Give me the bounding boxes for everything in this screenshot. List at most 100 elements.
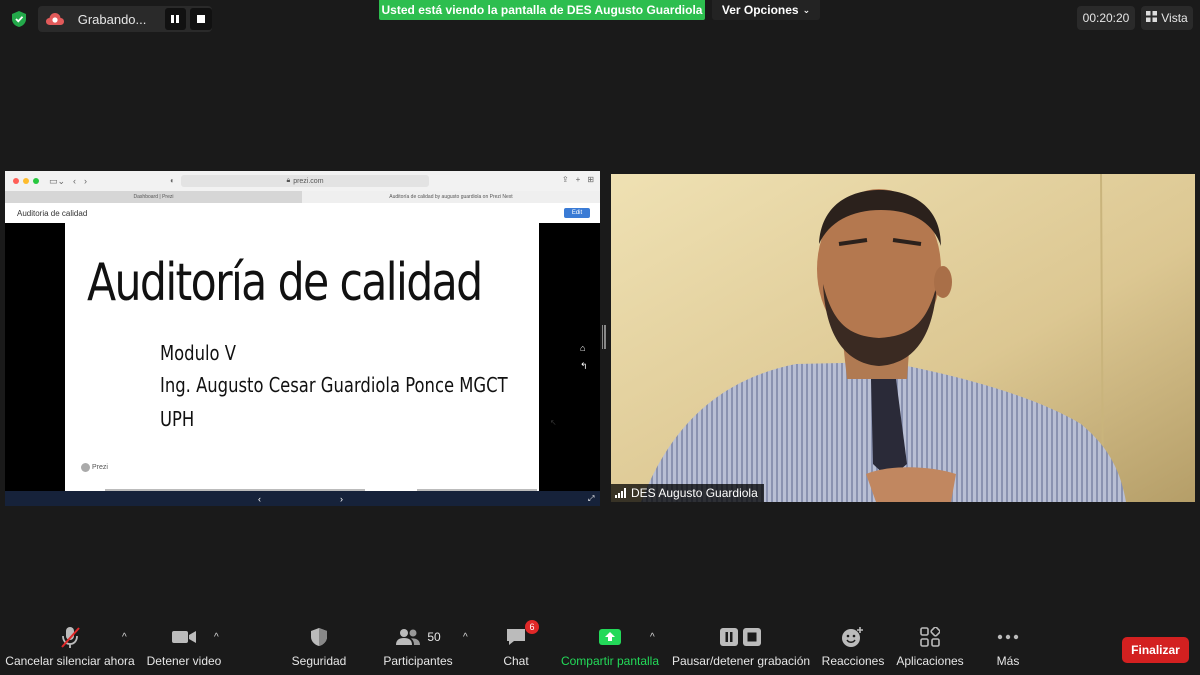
share-screen-button[interactable]: Compartir pantalla [558, 622, 662, 668]
chat-icon: 6 [505, 620, 539, 652]
video-options-caret-icon[interactable]: ^ [214, 632, 219, 643]
participant-name: DES Augusto Guardiola [631, 486, 758, 500]
mouse-cursor-icon: ↖ [550, 418, 557, 427]
pause-stop-recording-button[interactable]: Pausar/detener grabación [672, 622, 810, 668]
share-icon: ⇪ [561, 175, 569, 184]
next-slide-icon: › [340, 493, 343, 504]
toolbar-label: Detener video [146, 654, 222, 668]
close-dot-icon [13, 178, 19, 184]
browser-url-bar: 🔒︎ prezi.com [181, 175, 429, 187]
forward-icon: › [84, 175, 88, 186]
prev-slide-icon: ‹ [258, 493, 261, 504]
meeting-timer: 00:20:20 [1077, 6, 1135, 30]
recording-label: Grabando... [77, 11, 147, 27]
security-shield-icon[interactable] [8, 8, 30, 30]
participants-button[interactable]: 50 Participantes [380, 622, 456, 668]
toolbar-label: Aplicaciones [896, 654, 964, 668]
minimize-dot-icon [23, 178, 29, 184]
view-options-button[interactable]: Ver Opciones ⌄ [712, 0, 820, 20]
slide-line: Modulo V [160, 341, 237, 365]
slide: Auditoría de calidad Modulo V Ing. Augus… [65, 223, 539, 491]
browser-tab: Auditoría de calidad by augusto guardiol… [302, 191, 600, 203]
screen-share-banner: Usted está viendo la pantalla de DES Aug… [379, 0, 705, 20]
lock-icon: 🔒︎ [286, 177, 291, 184]
toolbar-label: Compartir pantalla [560, 654, 660, 668]
prezi-edit-button: Edit [564, 208, 590, 218]
split-view-handle[interactable] [602, 325, 607, 349]
privacy-shield-icon: ◐ [170, 176, 175, 185]
toolbar-label: Más [996, 654, 1020, 668]
participant-video [611, 174, 1195, 502]
view-button[interactable]: Vista [1141, 6, 1193, 30]
maximize-dot-icon [33, 178, 39, 184]
more-icon [997, 622, 1019, 652]
prezi-logo-icon [81, 463, 90, 472]
video-camera-icon [171, 622, 197, 652]
recording-indicator: Grabando... [38, 6, 212, 32]
new-tab-icon: + [575, 175, 581, 184]
share-screen-icon [598, 622, 622, 652]
mic-muted-icon [59, 622, 81, 652]
grid-view-icon [1146, 11, 1158, 25]
more-button[interactable]: Más [992, 622, 1024, 668]
pause-recording-button[interactable] [164, 8, 187, 30]
window-controls [13, 178, 39, 184]
participants-caret-icon[interactable]: ^ [463, 632, 468, 643]
sidebar-icon: ▭⌄ [49, 175, 66, 186]
stop-recording-button[interactable] [190, 8, 212, 30]
toolbar-label: Seguridad [291, 654, 347, 668]
zoom-meeting-window: Grabando... Usted está viendo la pantall… [0, 0, 1200, 675]
security-button[interactable]: Seguridad [288, 622, 350, 668]
chat-unread-badge: 6 [525, 620, 539, 634]
slide-line: UPH [160, 407, 195, 431]
apps-icon [920, 622, 940, 652]
browser-url: prezi.com [293, 177, 324, 185]
participants-icon: 50 [395, 622, 441, 652]
back-icon: ‹ [73, 175, 77, 186]
share-options-caret-icon[interactable]: ^ [650, 632, 655, 643]
prezi-logo-text: Prezi [92, 464, 108, 471]
pause-stop-icon [719, 622, 763, 652]
end-meeting-button[interactable]: Finalizar [1122, 637, 1189, 663]
browser-actions: ⇪ + ⊞ [562, 175, 594, 184]
unmute-button[interactable]: Cancelar silenciar ahora [5, 622, 135, 668]
browser-toolbar: ▭⌄ ‹ › ◐ 🔒︎ prezi.com ⇪ + ⊞ [5, 171, 600, 191]
return-icon: ↰ [580, 361, 588, 371]
cloud-recording-icon [44, 8, 66, 30]
browser-nav: ▭⌄ ‹ › [49, 176, 87, 187]
stop-video-button[interactable]: Detener video [144, 622, 224, 668]
toolbar-label: Pausar/detener grabación [671, 654, 811, 668]
stop-icon [197, 15, 206, 23]
browser-tabs: Dashboard | Prezi Auditoría de calidad b… [5, 191, 600, 203]
apps-button[interactable]: Aplicaciones [896, 622, 964, 668]
prezi-nav-bar: ‹ › ⤢ [5, 491, 600, 506]
meeting-toolbar: Cancelar silenciar ahora ^ Detener video… [0, 620, 1200, 675]
toolbar-label: Reacciones [821, 654, 885, 668]
participants-count: 50 [427, 630, 441, 644]
chat-button[interactable]: 6 Chat [498, 620, 539, 668]
toolbar-label: Chat [503, 654, 529, 668]
slide-title: Auditoría de calidad [87, 253, 483, 313]
audio-options-caret-icon[interactable]: ^ [122, 632, 127, 643]
slide-line: Ing. Augusto Cesar Guardiola Ponce MGCT [160, 373, 508, 397]
signal-strength-icon [615, 488, 626, 498]
pause-icon [171, 15, 180, 23]
shared-screen: ▭⌄ ‹ › ◐ 🔒︎ prezi.com ⇪ + ⊞ Dashboard | … [5, 171, 600, 506]
prezi-logo: Prezi [81, 463, 108, 472]
participant-video-image [611, 174, 1195, 502]
chevron-down-icon: ⌄ [802, 4, 811, 15]
fullscreen-icon: ⤢ [588, 493, 595, 503]
home-icon: ⌂ [580, 343, 586, 353]
prezi-title: Auditoria de calidad [17, 208, 88, 218]
toolbar-label: Cancelar silenciar ahora [5, 654, 135, 668]
view-label: Vista [1161, 11, 1188, 25]
view-options-label: Ver Opciones [721, 3, 799, 17]
participant-name-tag: DES Augusto Guardiola [611, 484, 764, 502]
prezi-stage: Auditoría de calidad Modulo V Ing. Augus… [5, 223, 600, 491]
toolbar-label: Participantes [383, 654, 453, 668]
prezi-header: Auditoria de calidad Edit [5, 203, 600, 223]
browser-tab: Dashboard | Prezi [5, 191, 302, 203]
shield-icon [310, 622, 328, 652]
reactions-button[interactable]: Reacciones [822, 622, 884, 668]
emoji-icon [841, 622, 865, 652]
